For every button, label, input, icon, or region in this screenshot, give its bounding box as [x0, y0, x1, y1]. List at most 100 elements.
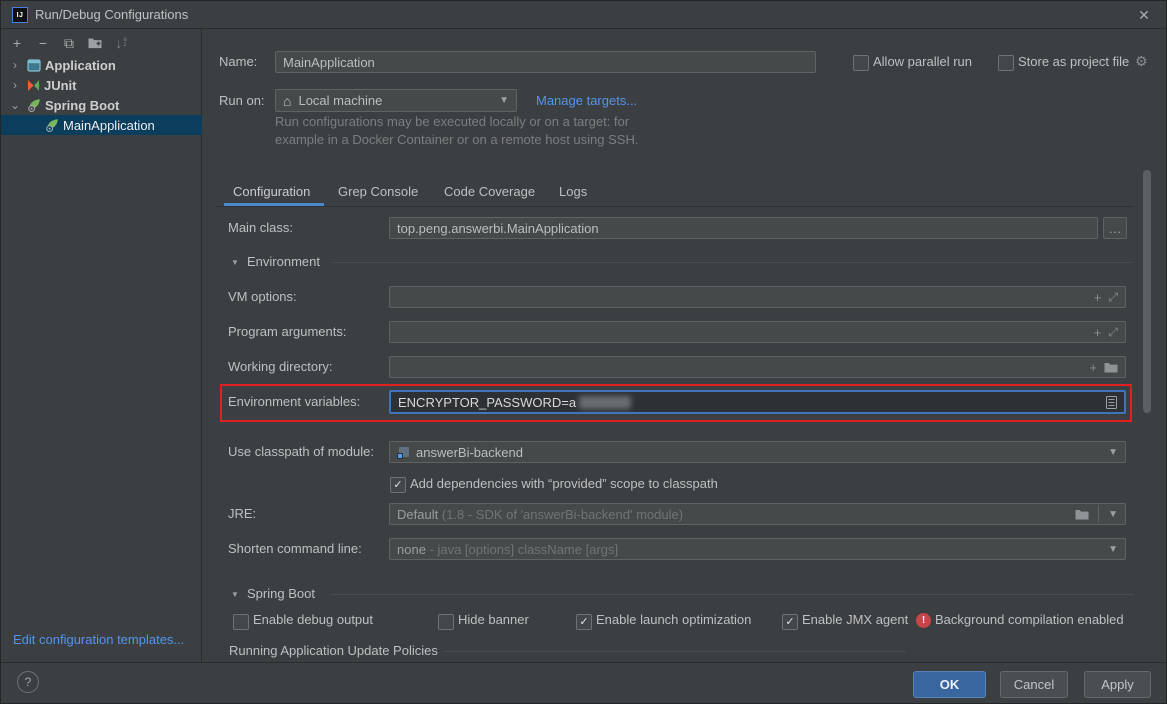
- add-dependencies-checkbox[interactable]: ✓: [390, 477, 406, 493]
- check-icon: ✓: [393, 480, 402, 491]
- background-compilation-label: Background compilation enabled: [935, 610, 1124, 630]
- error-icon: !: [916, 613, 931, 628]
- title-bar: IJ Run/Debug Configurations ✕: [1, 1, 1167, 29]
- help-button[interactable]: ?: [17, 671, 39, 693]
- sidebar-item-junit[interactable]: › JUnit: [1, 75, 202, 95]
- shorten-value-primary: none: [397, 542, 426, 557]
- run-debug-configurations-dialog: IJ Run/Debug Configurations ✕ + − ⧉ ↓ az…: [0, 0, 1167, 704]
- copy-configuration-icon[interactable]: ⧉: [61, 35, 77, 51]
- jre-value-primary: Default: [397, 507, 438, 522]
- enable-debug-output-label: Enable debug output: [253, 610, 373, 630]
- main-class-value: top.peng.answerbi.MainApplication: [397, 221, 599, 236]
- hide-banner-label: Hide banner: [458, 610, 529, 630]
- jre-select[interactable]: Default (1.8 - SDK of 'answerBi-backend'…: [389, 503, 1126, 525]
- shorten-command-line-select[interactable]: none - java [options] className [args] ▼: [389, 538, 1126, 560]
- vertical-scrollbar[interactable]: [1143, 170, 1151, 413]
- expand-icon[interactable]: ⤢: [1108, 290, 1118, 305]
- tab-logs[interactable]: Logs: [559, 182, 587, 202]
- main-class-label: Main class:: [228, 217, 293, 239]
- enable-debug-output-checkbox[interactable]: [233, 614, 249, 630]
- tree-item-label: JUnit: [44, 78, 77, 93]
- apply-button[interactable]: Apply: [1084, 671, 1151, 698]
- store-as-project-file-checkbox[interactable]: [998, 55, 1014, 71]
- allow-parallel-run-checkbox[interactable]: [853, 55, 869, 71]
- folder-icon[interactable]: [1075, 509, 1089, 520]
- run-on-description-line2: example in a Docker Container or on a re…: [275, 131, 638, 149]
- spring-boot-run-config-icon: [45, 118, 59, 132]
- main-class-input[interactable]: top.peng.answerbi.MainApplication: [389, 217, 1098, 239]
- tree-item-label: Spring Boot: [45, 98, 119, 113]
- program-arguments-label: Program arguments:: [228, 321, 347, 343]
- environment-variables-input[interactable]: ENCRYPTOR_PASSWORD=a: [389, 390, 1126, 414]
- environment-variables-label: Environment variables:: [228, 391, 360, 413]
- dialog-title: Run/Debug Configurations: [35, 7, 188, 23]
- browse-main-class-button[interactable]: …: [1103, 217, 1127, 239]
- chevron-down-icon: ▼: [1108, 544, 1118, 555]
- chevron-right-icon[interactable]: ›: [9, 78, 21, 92]
- add-configuration-icon[interactable]: +: [9, 35, 25, 51]
- exclamation-mark: !: [922, 615, 925, 626]
- environment-section-line: [333, 262, 1132, 263]
- environment-section-title: Environment: [247, 252, 320, 272]
- spring-boot-type-icon: [27, 98, 41, 112]
- add-icon[interactable]: +: [1089, 360, 1097, 375]
- cancel-button[interactable]: Cancel: [1000, 671, 1068, 698]
- collapse-arrow-icon[interactable]: ▼: [231, 589, 239, 601]
- sidebar-item-mainapplication-selected[interactable]: MainApplication: [1, 115, 202, 135]
- sidebar-toolbar: + − ⧉ ↓ az: [9, 35, 129, 51]
- add-icon[interactable]: +: [1094, 290, 1102, 305]
- running-app-update-policies-line: [444, 651, 906, 652]
- shorten-command-line-label: Shorten command line:: [228, 538, 362, 560]
- use-classpath-select[interactable]: answerBi-backend ▼: [389, 441, 1126, 463]
- hide-banner-checkbox[interactable]: [438, 614, 454, 630]
- chevron-down-icon[interactable]: ⌄: [9, 98, 21, 112]
- list-editor-icon[interactable]: [1106, 396, 1117, 409]
- tab-configuration[interactable]: Configuration: [233, 182, 310, 202]
- new-folder-icon[interactable]: [87, 35, 103, 51]
- vm-options-input[interactable]: + ⤢: [389, 286, 1126, 308]
- collapse-arrow-icon[interactable]: ▼: [231, 257, 239, 269]
- chevron-down-icon[interactable]: ▼: [1108, 509, 1118, 520]
- program-arguments-input[interactable]: + ⤢: [389, 321, 1126, 343]
- add-icon[interactable]: +: [1094, 325, 1102, 340]
- vm-options-label: VM options:: [228, 286, 297, 308]
- enable-jmx-agent-checkbox[interactable]: ✓: [782, 614, 798, 630]
- enable-jmx-agent-label: Enable JMX agent: [802, 610, 908, 630]
- manage-targets-link[interactable]: Manage targets...: [536, 89, 637, 112]
- allow-parallel-run-label: Allow parallel run: [873, 51, 972, 73]
- tab-code-coverage[interactable]: Code Coverage: [444, 182, 535, 202]
- environment-variables-value: ENCRYPTOR_PASSWORD=a: [398, 395, 576, 410]
- application-type-icon: [27, 59, 41, 72]
- sort-configurations-icon[interactable]: ↓ az: [113, 35, 129, 51]
- name-input[interactable]: MainApplication: [275, 51, 816, 73]
- check-icon: ✓: [579, 617, 588, 628]
- enable-launch-optimization-checkbox[interactable]: ✓: [576, 614, 592, 630]
- sidebar-item-application[interactable]: › Application: [1, 55, 202, 75]
- module-icon: [397, 446, 410, 459]
- ellipsis-icon: …: [1109, 221, 1122, 236]
- use-classpath-label: Use classpath of module:: [228, 441, 374, 463]
- remove-configuration-icon[interactable]: −: [35, 35, 51, 51]
- expand-icon[interactable]: ⤢: [1108, 325, 1118, 340]
- gear-icon[interactable]: ⚙: [1135, 53, 1148, 70]
- intellij-logo-icon: IJ: [12, 7, 28, 23]
- ok-button[interactable]: OK: [913, 671, 986, 698]
- run-on-select[interactable]: ⌂ Local machine ▼: [275, 89, 517, 112]
- tab-grep-console[interactable]: Grep Console: [338, 182, 418, 202]
- edit-configuration-templates-link[interactable]: Edit configuration templates...: [13, 632, 184, 647]
- sidebar-item-spring-boot[interactable]: ⌄ Spring Boot: [1, 95, 202, 115]
- jre-label: JRE:: [228, 503, 256, 525]
- chevron-right-icon[interactable]: ›: [9, 58, 21, 72]
- tree-item-label: Application: [45, 58, 116, 73]
- close-icon[interactable]: ✕: [1131, 5, 1157, 25]
- working-directory-input[interactable]: +: [389, 356, 1126, 378]
- add-dependencies-label: Add dependencies with “provided” scope t…: [410, 474, 718, 494]
- tree-item-label: MainApplication: [63, 118, 155, 133]
- run-on-value: Local machine: [298, 93, 382, 108]
- enable-launch-optimization-label: Enable launch optimization: [596, 610, 751, 630]
- tabs-divider: [216, 206, 1134, 207]
- store-as-project-file-label: Store as project file: [1018, 51, 1129, 73]
- folder-icon[interactable]: [1104, 362, 1118, 373]
- home-icon: ⌂: [283, 93, 291, 109]
- chevron-down-icon: ▼: [499, 95, 509, 106]
